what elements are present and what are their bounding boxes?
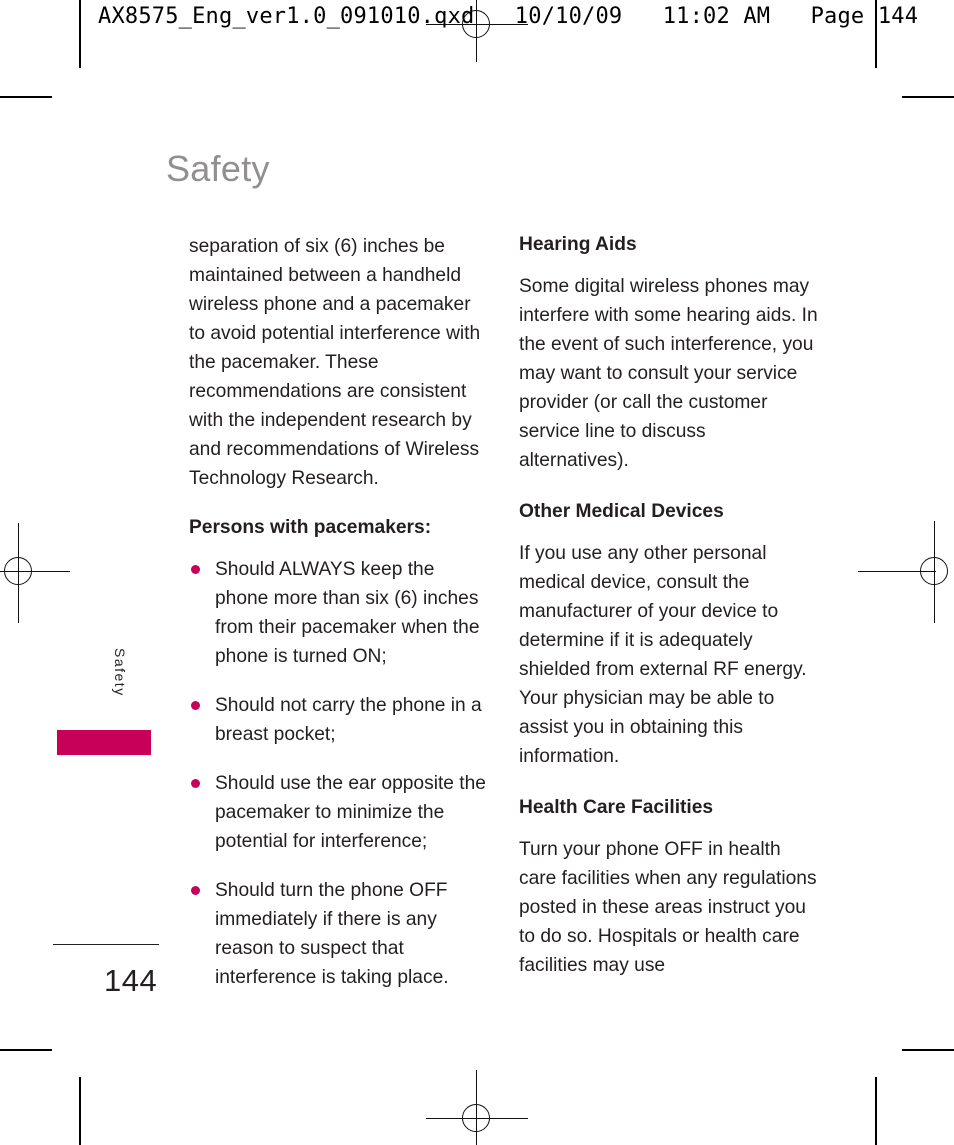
folio-rule xyxy=(53,944,159,945)
sidebar-chapter-tab-bar xyxy=(57,730,151,755)
page-number: 144 xyxy=(104,963,158,998)
list-item-text: Should ALWAYS keep the phone more than s… xyxy=(215,559,480,667)
left-column: separation of six (6) inches be maintain… xyxy=(189,232,489,992)
section-heading-persons-with-pacemakers: Persons with pacemakers: xyxy=(189,517,432,538)
registration-vertical-line xyxy=(476,1070,477,1145)
continued-paragraph: separation of six (6) inches be maintain… xyxy=(189,236,481,489)
crop-mark-top-left-horizontal xyxy=(0,96,52,98)
section-other-medical-devices: Other Medical Devices If you use any oth… xyxy=(519,499,819,771)
pacemaker-guidelines-list: Should ALWAYS keep the phone more than s… xyxy=(189,555,489,992)
sidebar-chapter-tab-label: Safety xyxy=(112,648,128,697)
section-health-care-facilities: Health Care Facilities Turn your phone O… xyxy=(519,795,819,980)
bullet-dot-icon xyxy=(191,701,200,710)
section-body: Some digital wireless phones may interfe… xyxy=(519,276,818,471)
list-item-text: Should turn the phone OFF immediately if… xyxy=(215,880,449,988)
section-heading: Health Care Facilities xyxy=(519,797,714,818)
list-item-text: Should not carry the phone in a breast p… xyxy=(215,695,482,745)
crop-mark-bottom-left-vertical xyxy=(79,1077,81,1145)
registration-vertical-line xyxy=(934,521,935,623)
list-item: Should not carry the phone in a breast p… xyxy=(189,691,489,749)
section-hearing-aids: Hearing Aids Some digital wireless phone… xyxy=(519,232,819,475)
registration-mark-bottom xyxy=(426,1070,528,1145)
right-column: Hearing Aids Some digital wireless phone… xyxy=(519,232,819,1002)
crop-mark-bottom-left-horizontal xyxy=(0,1049,52,1051)
page-title: Safety xyxy=(166,148,270,189)
section-body: Turn your phone OFF in health care facil… xyxy=(519,839,817,976)
registration-vertical-line xyxy=(18,523,19,623)
section-heading: Hearing Aids xyxy=(519,234,637,255)
bullet-dot-icon xyxy=(191,886,200,895)
list-item: Should turn the phone OFF immediately if… xyxy=(189,876,489,992)
crop-mark-bottom-right-vertical xyxy=(875,1077,877,1145)
section-body: If you use any other personal medical de… xyxy=(519,543,807,767)
registration-horizontal-line xyxy=(858,571,936,572)
registration-mark-left xyxy=(0,523,70,623)
list-item: Should ALWAYS keep the phone more than s… xyxy=(189,555,489,671)
bullet-dot-icon xyxy=(191,779,200,788)
crop-mark-bottom-right-horizontal xyxy=(902,1049,954,1051)
list-item: Should use the ear opposite the pacemake… xyxy=(189,769,489,856)
list-item-text: Should use the ear opposite the pacemake… xyxy=(215,773,486,852)
manual-page: AX8575_Eng_ver1.0_091010.qxd 10/10/09 11… xyxy=(0,0,954,1145)
registration-horizontal-line xyxy=(0,571,70,572)
crop-mark-top-right-horizontal xyxy=(902,96,954,98)
registration-mark-right xyxy=(858,521,954,623)
header-slug-line: AX8575_Eng_ver1.0_091010.qxd 10/10/09 11… xyxy=(98,4,919,29)
header-rule-left xyxy=(79,0,81,68)
registration-horizontal-line xyxy=(426,1118,528,1119)
bullet-dot-icon xyxy=(191,565,200,574)
section-heading: Other Medical Devices xyxy=(519,501,724,522)
